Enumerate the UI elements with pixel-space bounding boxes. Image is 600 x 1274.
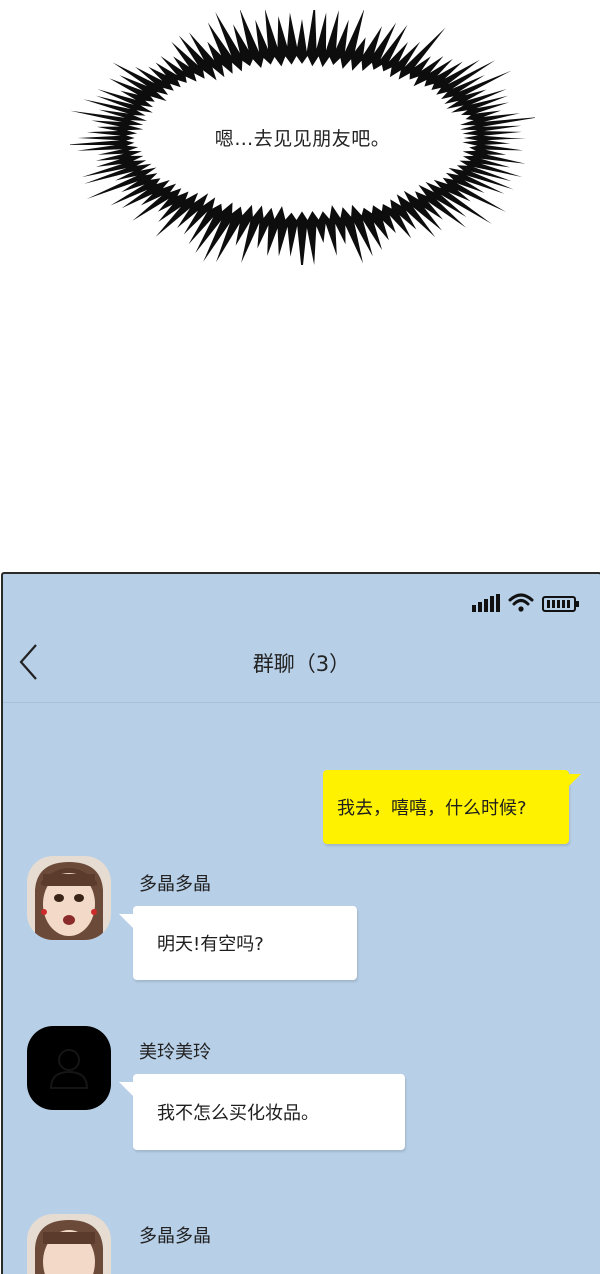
message-text: 明天!有空吗? xyxy=(157,934,264,955)
chat-title: 群聊（3） xyxy=(252,652,351,676)
status-bar xyxy=(472,590,580,612)
received-message-bubble: 明天!有空吗? xyxy=(133,906,357,980)
message-text: 我不怎么买化妆品。 xyxy=(157,1103,319,1124)
bubble-tail xyxy=(119,914,133,928)
received-message-bubble: 我不怎么买化妆品。 xyxy=(133,1074,405,1150)
own-message-bubble: 我去，嘻嘻，什么时候? xyxy=(323,770,569,844)
signal-bars-icon xyxy=(472,594,500,612)
sender-name: 多晶多晶 xyxy=(139,1226,211,1247)
header-divider xyxy=(3,702,600,703)
sender-name: 美玲美玲 xyxy=(139,1042,211,1063)
bubble-tail xyxy=(567,774,581,788)
avatar-image xyxy=(27,856,111,940)
sender-name: 多晶多晶 xyxy=(139,874,211,895)
bubble-tail xyxy=(119,1082,133,1096)
battery-icon xyxy=(542,596,579,612)
chat-header: 群聊（3） xyxy=(3,634,600,690)
avatar[interactable] xyxy=(27,1214,111,1274)
avatar[interactable] xyxy=(27,856,111,940)
message-text: 我去，嘻嘻，什么时候? xyxy=(337,798,527,819)
thought-text: 嗯…去见见朋友吧。 xyxy=(214,128,391,150)
wifi-icon xyxy=(508,593,534,612)
phone-chat-screen: 群聊（3） 我去，嘻嘻，什么时候? 多晶多晶 明天!有空吗? 美玲美玲 我不怎么… xyxy=(1,572,600,1274)
thought-bubble: 嗯…去见见朋友吧。 xyxy=(70,10,535,265)
avatar-image xyxy=(27,1214,111,1274)
avatar[interactable] xyxy=(27,1026,111,1110)
default-avatar-icon xyxy=(49,1049,89,1089)
